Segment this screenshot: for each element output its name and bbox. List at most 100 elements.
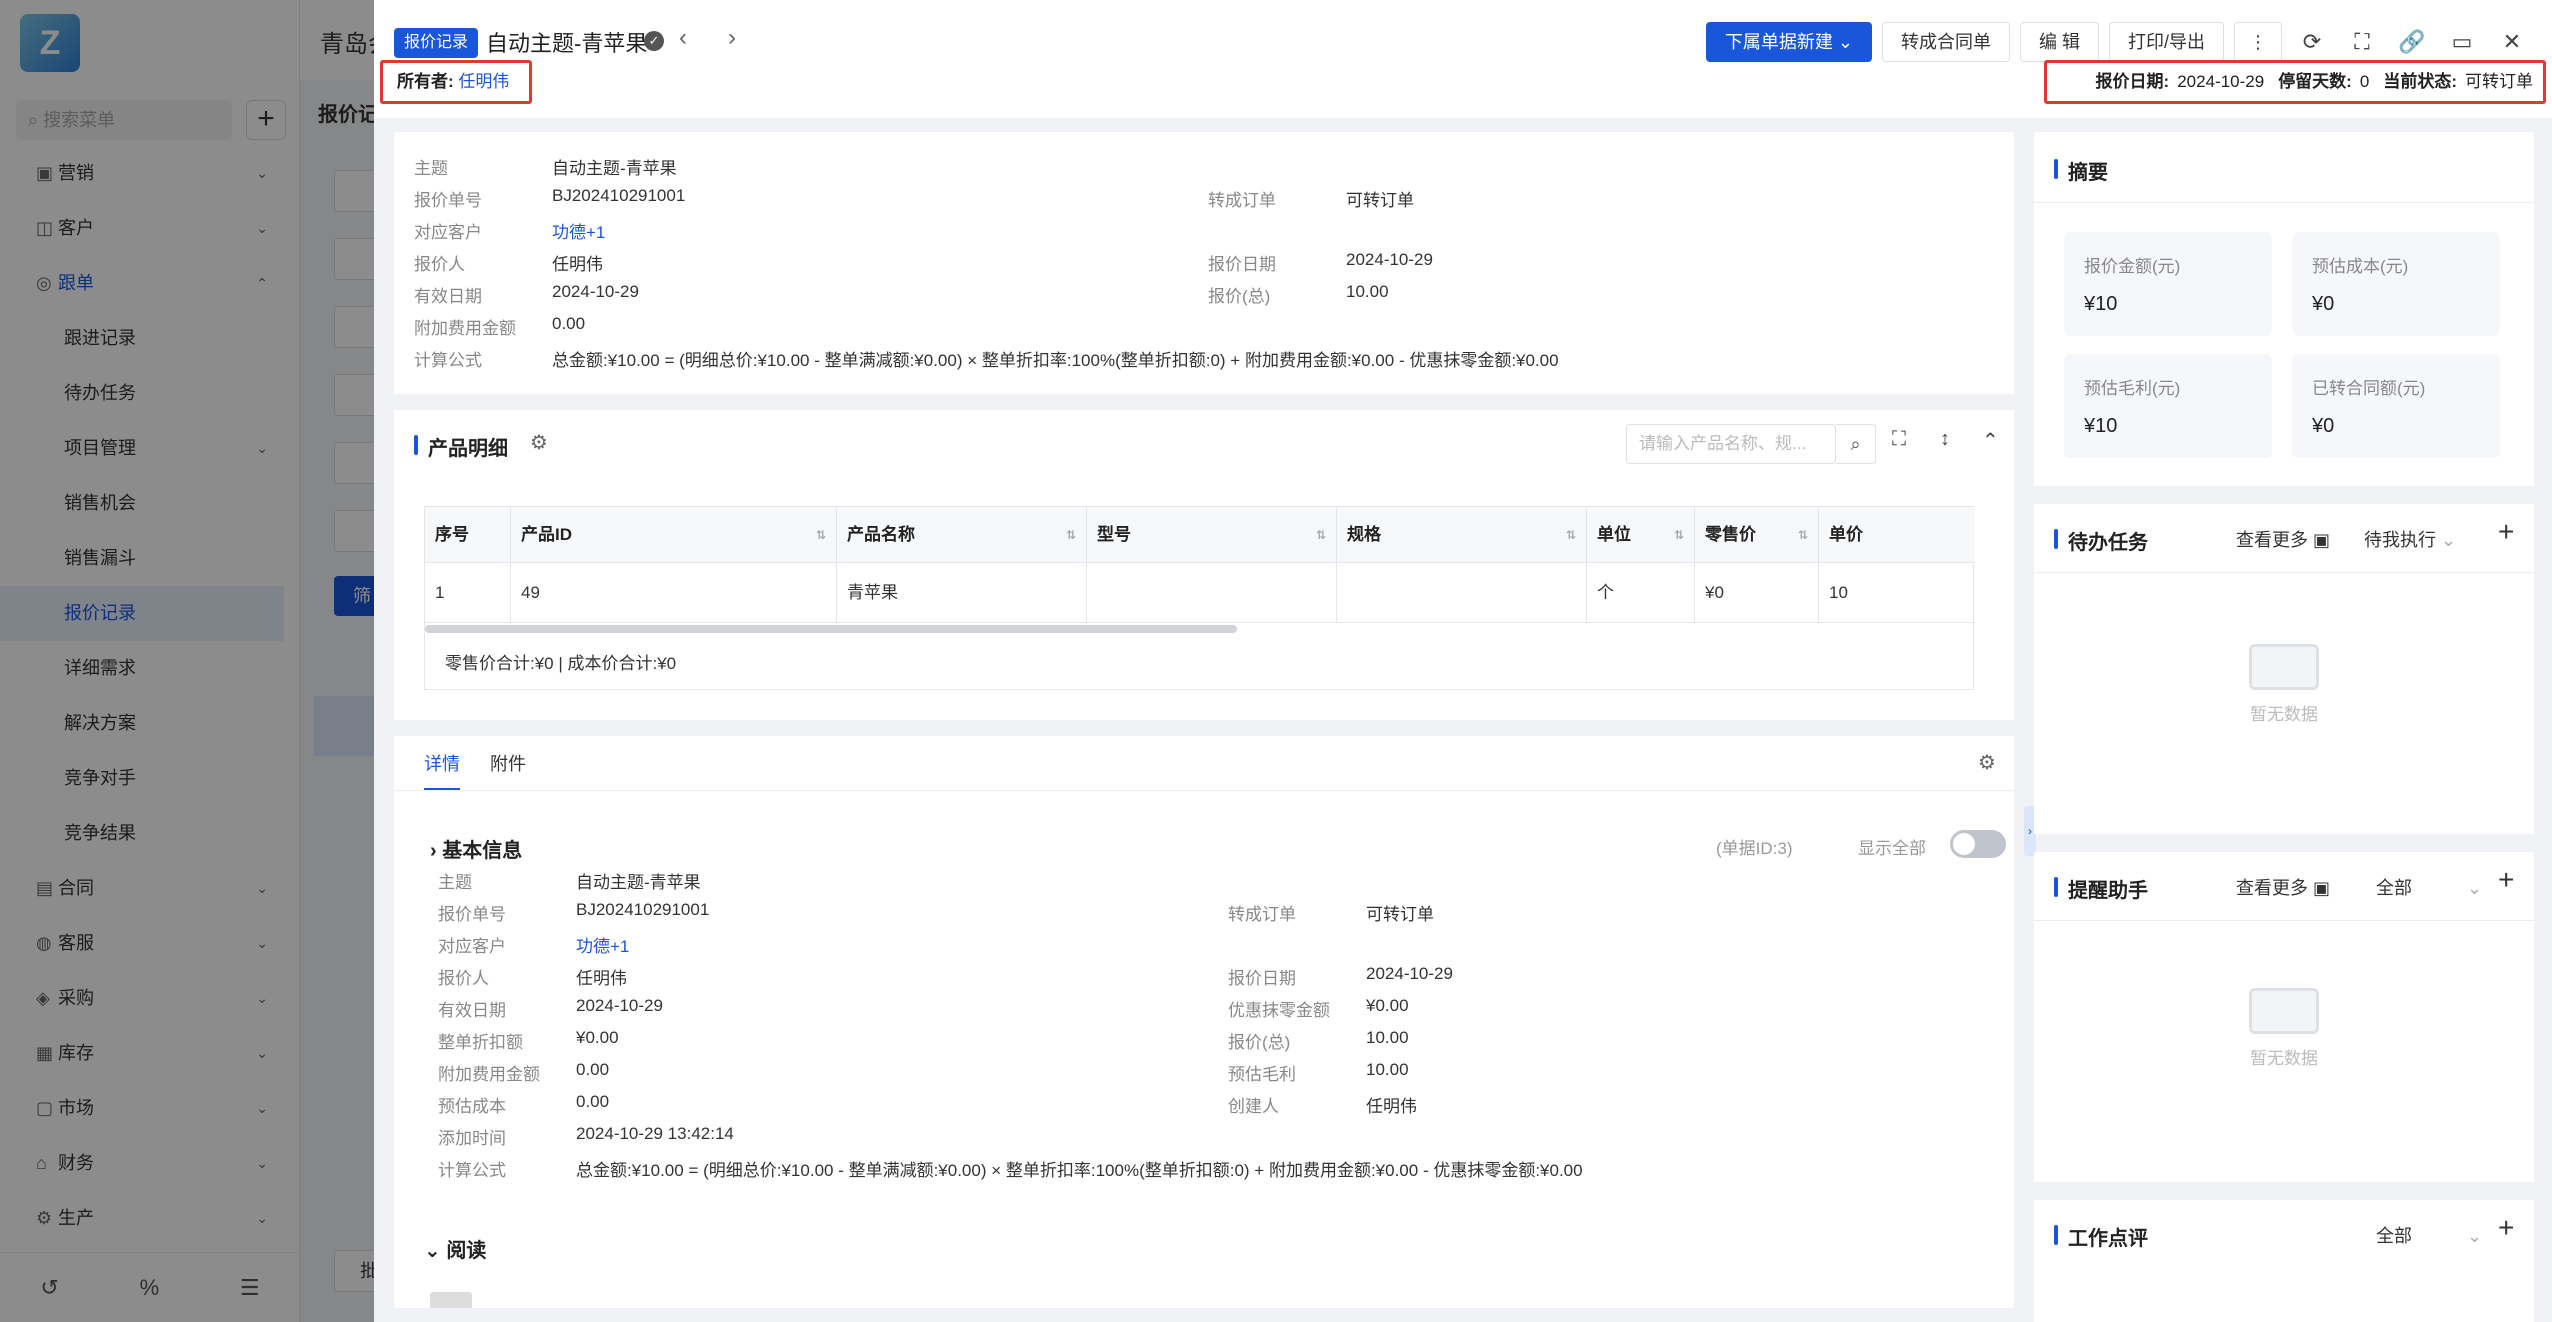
column-header-price[interactable]: 单价: [1819, 507, 1975, 563]
add-todo-icon[interactable]: +: [2498, 516, 2514, 548]
field-value: 10.00: [1366, 1028, 1409, 1047]
verified-icon: ✓: [644, 31, 664, 51]
empty-label: 暂无数据: [2250, 705, 2318, 724]
stat-estimated-profit: 预估毛利(元) ¥10: [2064, 354, 2272, 458]
record-type-tag: 报价记录: [394, 28, 479, 58]
column-header-name[interactable]: 产品名称 ⇅: [837, 507, 1087, 563]
table-row[interactable]: 1 49 青苹果 个 ¥0 10: [425, 563, 1975, 623]
empty-tray-icon: [2249, 644, 2319, 690]
column-header-spec[interactable]: 规格 ⇅: [1337, 507, 1587, 563]
chevron-down-icon: ⌄: [2441, 530, 2457, 550]
stat-label: 已转合同额(元): [2312, 379, 2426, 398]
column-header-label: 规格: [1347, 525, 1381, 544]
refresh-icon[interactable]: ⟳: [2292, 22, 2332, 62]
stat-label: 报价金额(元): [2084, 257, 2181, 276]
review-panel: 工作点评 全部 ⌄ +: [2034, 1200, 2534, 1322]
new-sub-document-button[interactable]: 下属单据新建 ⌄: [1705, 22, 1872, 62]
fullscreen-icon[interactable]: ⛶: [1892, 428, 1906, 451]
field-value: ¥0.00: [1366, 996, 1409, 1015]
cell-unit: 个: [1587, 563, 1695, 623]
field-label: 优惠抹零金额: [1228, 1001, 1330, 1020]
basic-info-section-title[interactable]: › 基本信息: [430, 834, 522, 863]
next-record-icon[interactable]: ›: [728, 24, 736, 52]
field-value: 2024-10-29: [576, 996, 663, 1015]
customer-link[interactable]: 功德+1: [552, 218, 605, 243]
previous-record-icon[interactable]: ‹: [679, 24, 687, 52]
divider: [2034, 572, 2534, 573]
column-header-seq[interactable]: 序号: [425, 507, 511, 563]
convert-contract-button[interactable]: 转成合同单: [1881, 22, 2010, 62]
tab-details[interactable]: 详情: [424, 750, 460, 791]
product-name-link[interactable]: 青苹果: [837, 563, 1087, 623]
print-export-button[interactable]: 打印/导出: [2108, 22, 2224, 62]
field-label: 主题: [438, 873, 472, 892]
reminder-filter-select[interactable]: 全部 ⌄: [2376, 874, 2482, 900]
reminder-more-link[interactable]: 查看更多 ▣: [2236, 874, 2330, 900]
field-value: BJ202410291001: [552, 186, 686, 205]
empty-tray-icon: [2249, 988, 2319, 1034]
field-label: 有效日期: [438, 1001, 506, 1020]
reminder-panel: 提醒助手 查看更多 ▣ 全部 ⌄ + 暂无数据: [2034, 852, 2534, 1182]
chevron-down-icon: ⌄: [2467, 878, 2483, 898]
review-filter-select[interactable]: 全部 ⌄: [2376, 1222, 2482, 1248]
stat-quote-amount: 报价金额(元) ¥10: [2064, 232, 2272, 336]
settings-icon[interactable]: ⚙: [1978, 750, 1996, 775]
link-icon[interactable]: 🔗: [2392, 22, 2432, 62]
cell-price: 10: [1819, 563, 1975, 623]
stat-contracted-amount: 已转合同额(元) ¥0: [2292, 354, 2500, 458]
field-value: 10.00: [1366, 1060, 1409, 1079]
column-header-unit[interactable]: 单位 ⇅: [1587, 507, 1695, 563]
sort-icon[interactable]: ⇅: [1674, 507, 1684, 563]
status-summary: 报价日期: 2024-10-29 停留天数: 0 当前状态: 可转订单: [2044, 60, 2546, 104]
todo-more-link[interactable]: 查看更多 ▣: [2236, 526, 2330, 552]
divider: [2034, 202, 2534, 203]
search-icon[interactable]: ⌕: [1836, 424, 1876, 464]
read-section-title[interactable]: ⌄ 阅读: [424, 1234, 486, 1263]
field-value: 0.00: [576, 1060, 610, 1079]
stay-days-value: 0: [2359, 72, 2370, 91]
field-label: 报价人: [414, 255, 465, 274]
divider: [2034, 920, 2534, 921]
edit-button[interactable]: 编 辑: [2019, 22, 2099, 62]
column-header-retail[interactable]: 零售价 ⇅: [1695, 507, 1819, 563]
column-header-model[interactable]: 型号 ⇅: [1087, 507, 1337, 563]
sort-icon[interactable]: ⇅: [1316, 507, 1326, 563]
field-label: 计算公式: [438, 1161, 506, 1180]
todo-filter-select[interactable]: 待我执行 ⌄: [2364, 526, 2456, 552]
customer-link[interactable]: 功德+1: [576, 932, 629, 957]
calendar-icon: ▣: [2313, 878, 2331, 898]
current-state-value: 可转订单: [2465, 72, 2533, 91]
table-header-row: 序号 产品ID ⇅ 产品名称 ⇅ 型号 ⇅ 规格 ⇅ 单位 ⇅ 零售价 ⇅ 单价: [425, 507, 1975, 563]
column-header-id[interactable]: 产品ID ⇅: [511, 507, 837, 563]
stay-days-field: 停留天数: 0: [2278, 63, 2369, 101]
document-id: (单据ID:3): [1716, 839, 1793, 858]
sort-icon[interactable]: ⇅: [816, 507, 826, 563]
chevron-right-icon: ›: [430, 840, 443, 862]
add-reminder-icon[interactable]: +: [2498, 864, 2514, 896]
tab-attachments[interactable]: 附件: [490, 750, 526, 791]
show-all-toggle[interactable]: [1950, 830, 2006, 858]
add-review-icon[interactable]: +: [2498, 1212, 2514, 1244]
field-label: 报价(总): [1208, 287, 1271, 306]
fullscreen-icon[interactable]: ⛶: [2342, 22, 2382, 62]
sort-icon[interactable]: ⇅: [1566, 507, 1576, 563]
filter-label: 全部: [2376, 1226, 2412, 1246]
section-label: 阅读: [446, 1240, 487, 1262]
field-value: BJ202410291001: [576, 900, 710, 919]
product-table: 序号 产品ID ⇅ 产品名称 ⇅ 型号 ⇅ 规格 ⇅ 单位 ⇅ 零售价 ⇅ 单价 1 49 …: [424, 506, 1975, 690]
expand-rows-icon[interactable]: ↕: [1940, 428, 1950, 451]
collapse-up-icon[interactable]: ⌃: [1982, 428, 1999, 453]
empty-state: 暂无数据: [2184, 988, 2384, 1069]
cell-retail: ¥0: [1695, 563, 1819, 623]
window-icon[interactable]: ▭: [2442, 22, 2482, 62]
field-value: ¥0.00: [576, 1028, 619, 1047]
sort-icon[interactable]: ⇅: [1066, 507, 1076, 563]
column-header-label: 产品名称: [847, 525, 915, 544]
more-options-icon[interactable]: ⋮: [2234, 22, 2282, 62]
settings-icon[interactable]: ⚙: [530, 430, 548, 455]
owner-value[interactable]: 任明伟: [458, 72, 509, 91]
close-icon[interactable]: ✕: [2492, 22, 2532, 62]
sort-icon[interactable]: ⇅: [1798, 507, 1808, 563]
horizontal-scrollbar[interactable]: [425, 625, 1237, 633]
product-search-input[interactable]: 请输入产品名称、规...: [1626, 424, 1836, 464]
